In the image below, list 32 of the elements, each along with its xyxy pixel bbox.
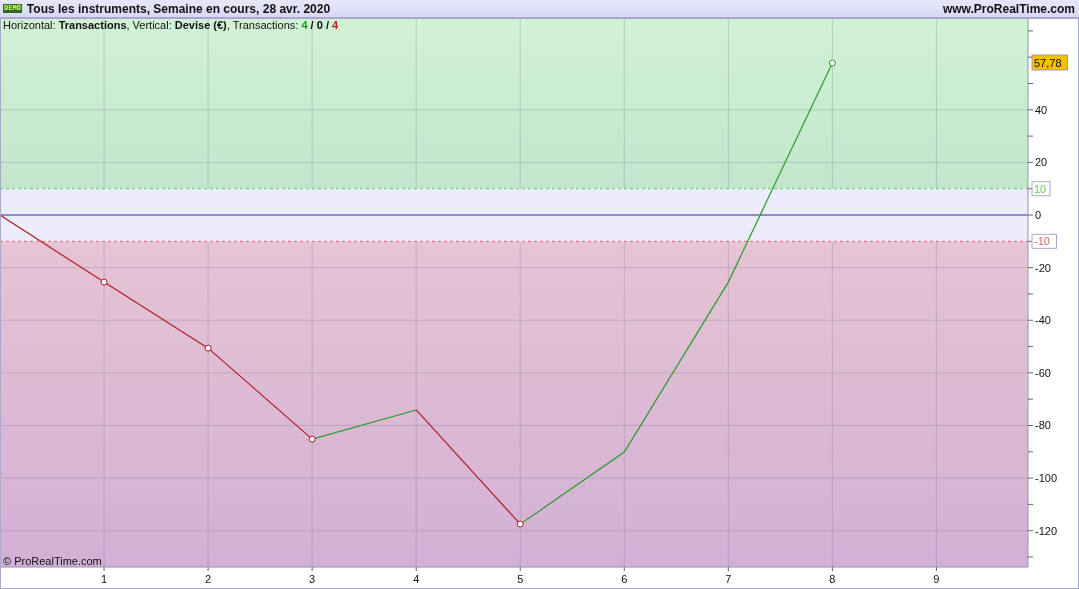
- y-tick-label: 20: [1035, 156, 1048, 169]
- ref-line-label: 10: [1034, 182, 1047, 195]
- y-tick-label: 0: [1035, 209, 1042, 222]
- threshold-label: 10: [1031, 181, 1051, 197]
- copyright-text: © ProRealTime.com: [3, 555, 102, 567]
- trade-marker: [308, 435, 316, 443]
- x-tick-label: 9: [933, 573, 940, 585]
- trade-marker: [516, 520, 524, 528]
- y-tick-label: -60: [1035, 366, 1051, 379]
- value-badge: 57,78: [1031, 54, 1068, 71]
- ref-line-label: -10: [1034, 235, 1050, 248]
- x-tick-label: 4: [413, 573, 420, 585]
- y-tick-label: -40: [1035, 314, 1051, 327]
- y-tick-label: -80: [1035, 419, 1051, 432]
- x-tick-label: 5: [517, 573, 524, 585]
- y-tick-label: -20: [1035, 261, 1051, 274]
- x-tick-label: 1: [101, 573, 108, 585]
- chart-legend: Horizontal: Transactions, Vertical: Devise (€), Transactions: 4 / 0 / 4: [3, 19, 339, 31]
- trade-marker: [828, 59, 836, 67]
- y-tick-label: 40: [1035, 103, 1048, 116]
- threshold-label: -10: [1031, 233, 1057, 249]
- trade-marker: [100, 278, 108, 286]
- x-tick-label: 8: [829, 573, 836, 585]
- window-title: Tous les instruments, Semaine en cours, 28 avr. 2020: [26, 1, 331, 16]
- x-tick-label: 3: [309, 573, 316, 585]
- y-tick-label: -120: [1035, 524, 1058, 537]
- x-tick-label: 7: [725, 573, 732, 585]
- y-tick-label: -100: [1035, 472, 1058, 485]
- x-tick-label: 6: [621, 573, 628, 585]
- trade-marker: [204, 344, 212, 352]
- site-url: www.ProRealTime.com: [942, 1, 1075, 16]
- x-tick-label: 2: [205, 573, 212, 585]
